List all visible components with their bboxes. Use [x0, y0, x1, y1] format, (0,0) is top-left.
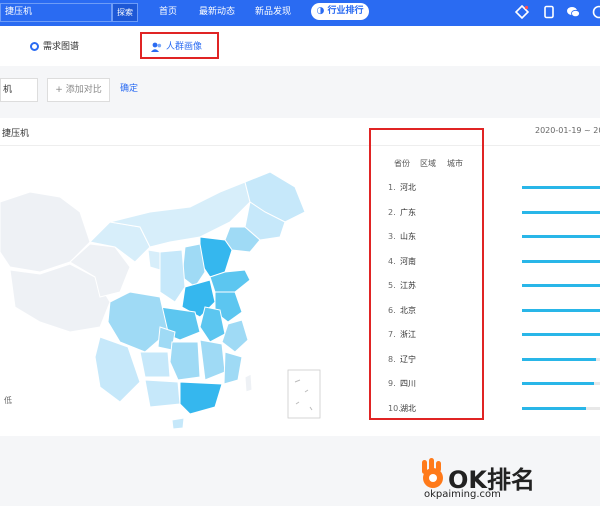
search-input[interactable]: 捷压机: [0, 3, 112, 22]
ranking-bar-track: [522, 407, 600, 410]
ranking-bar-track: [522, 211, 600, 214]
map-region-fujian: [224, 352, 242, 384]
ranking-bar-fill: [522, 186, 600, 189]
industry-ranking-label: 行业排行: [327, 6, 363, 16]
ranking-icon: ◑: [316, 6, 324, 16]
ranking-bar-fill: [522, 407, 586, 410]
map-region-hainan: [172, 418, 184, 429]
ranking-bar-fill: [522, 235, 600, 238]
ranking-bar-track: [522, 260, 600, 263]
watermark-url: okpaiming.com: [424, 489, 501, 500]
ranking-bar-fill: [522, 260, 600, 263]
nav-home[interactable]: 首页: [159, 0, 177, 26]
map-region-guizhou: [140, 352, 170, 377]
confirm-link[interactable]: 确定: [120, 78, 138, 100]
circle-icon[interactable]: [592, 5, 600, 19]
divider: [0, 145, 600, 146]
map-region-zhejiang: [222, 320, 248, 352]
filter-bar: 机 + 添加对比 确定: [0, 66, 600, 114]
ranking-bar-fill: [522, 382, 594, 385]
top-navigation-bar: 捷压机 探索 首页 最新动态 新品发现 ◑ 行业排行: [0, 0, 600, 26]
ranking-bar-fill: [522, 309, 600, 312]
panel-title: 捷压机: [2, 126, 29, 139]
ranking-bar-fill: [522, 358, 596, 361]
tab-demand-graph[interactable]: 需求图谱: [30, 36, 79, 58]
date-range: 2020-01-19 ~ 2020: [535, 126, 600, 135]
nav-new-products[interactable]: 新品发现: [255, 0, 291, 26]
south-sea-islands: [295, 380, 312, 410]
map-region-ningxia: [148, 250, 160, 270]
phone-icon[interactable]: [542, 5, 556, 19]
ranking-bar-track: [522, 284, 600, 287]
ok-hand-logo-icon: [418, 458, 448, 492]
map-region-jiangxi: [200, 340, 225, 380]
legend-low-label: 低: [4, 395, 12, 406]
highlight-box-ranking: [369, 128, 484, 420]
map-region-taiwan: [245, 374, 252, 392]
diamond-icon[interactable]: [515, 5, 529, 19]
tab-demand-graph-label: 需求图谱: [43, 42, 79, 52]
map-region-guangdong: [180, 382, 222, 414]
ranking-bar-track: [522, 235, 600, 238]
radio-dot-icon: [30, 42, 39, 51]
ranking-bar-track: [522, 186, 600, 189]
map-region-shanxi: [182, 244, 205, 287]
highlight-box-tab: [140, 32, 219, 59]
add-compare-button[interactable]: + 添加对比: [47, 78, 110, 102]
bottom-strip: [0, 436, 600, 450]
map-region-guangxi: [145, 380, 180, 407]
china-heat-map[interactable]: [0, 152, 330, 432]
map-region-hunan: [170, 342, 200, 380]
ranking-bar-fill: [522, 211, 600, 214]
nav-latest-news[interactable]: 最新动态: [199, 0, 235, 26]
ranking-bar-track: [522, 309, 600, 312]
keyword-field[interactable]: 机: [0, 78, 38, 102]
tab-bar: 需求图谱 人群画像: [0, 26, 600, 66]
region-distribution-panel: 捷压机 2020-01-19 ~ 2020: [0, 118, 600, 436]
search-button[interactable]: 探索: [112, 3, 138, 22]
ranking-bar-track: [522, 333, 600, 336]
ranking-bar-fill: [522, 333, 600, 336]
ranking-bar-track: [522, 358, 600, 361]
watermark: OK排名 okpaiming.com: [418, 458, 538, 506]
wechat-icon[interactable]: [566, 5, 580, 19]
ranking-bar-track: [522, 382, 600, 385]
south-china-sea-inset: [288, 370, 320, 418]
industry-ranking-button[interactable]: ◑ 行业排行: [311, 3, 369, 20]
ranking-bar-fill: [522, 284, 600, 287]
map-region-shaanxi: [160, 250, 185, 302]
